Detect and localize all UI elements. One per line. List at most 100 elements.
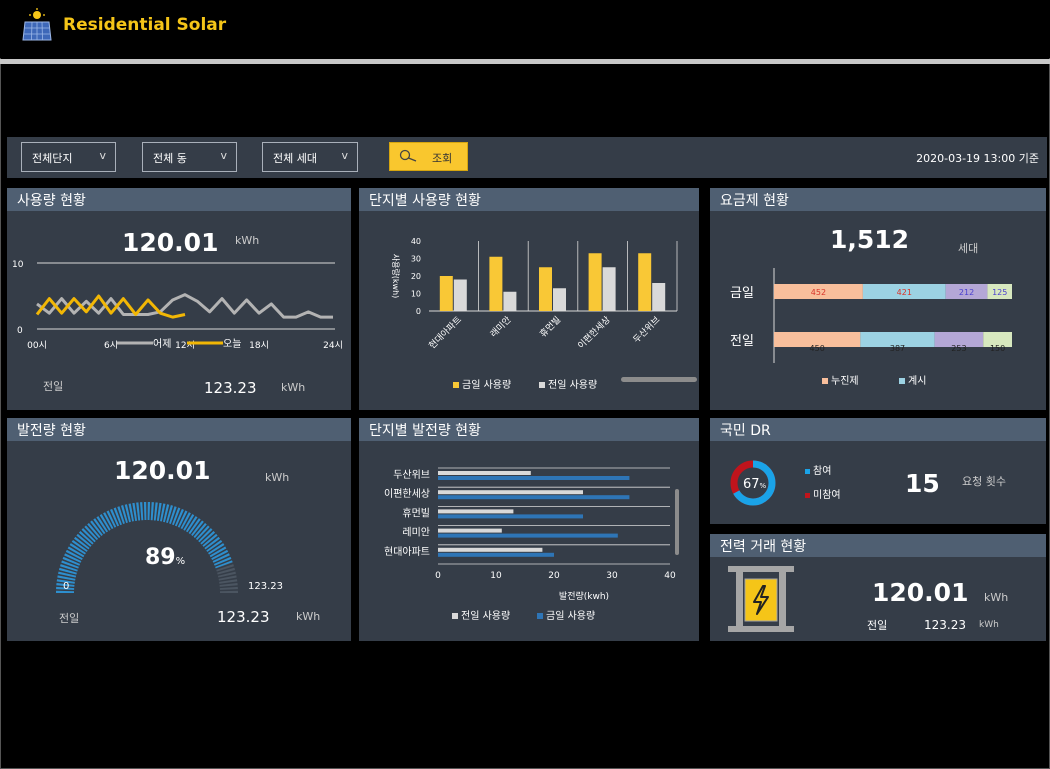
- chevron-down-icon: v: [220, 149, 227, 162]
- usage-xtick-label: 6시: [104, 340, 118, 351]
- household-select[interactable]: 전체 세대 v: [262, 142, 358, 172]
- complex-usage-legend-label: 금일 사용량: [462, 379, 511, 391]
- complex-gen-legend-label: 금일 사용량: [546, 610, 595, 622]
- complex-gen-legend-swatch: [537, 613, 543, 619]
- usage-ytick-label: 10: [12, 260, 24, 270]
- complex-gen-bar: [438, 533, 618, 538]
- rate-legend-swatch: [822, 378, 828, 384]
- usage-prev-label: 전일: [43, 380, 64, 393]
- trade-panel-title: 전력 거래 현황: [710, 534, 1046, 557]
- complex-usage-scrollbar: [621, 377, 697, 382]
- complex-generation-panel-title: 단지별 발전량 현황: [359, 418, 699, 441]
- rate-segment-label: 421: [897, 288, 912, 297]
- complex-gen-category-label: 이편한세상: [384, 488, 430, 500]
- search-button[interactable]: 조회: [389, 142, 468, 171]
- complex-usage-bar-chart: 40 30 20 10 0 사용량(kwh) 현대아파트 래미안 휴먼빌 이편한세상 두산위브금일 …: [391, 237, 697, 391]
- rate-segment-label: 212: [959, 288, 974, 297]
- app-title: Residential Solar: [63, 15, 227, 35]
- generation-unit: kWh: [265, 471, 290, 484]
- rate-plan-stacked-chart: 금일 452 421 212 125 전일 450 387 253 150 누진제 계시: [730, 268, 1012, 387]
- usage-legend-label: 오늘: [223, 338, 241, 350]
- rate-segment-label: 125: [992, 288, 1007, 297]
- filter-bar: 전체단지 v 전체 동 v 전체 세대 v 조회 2020-03-19 13:0…: [7, 137, 1047, 178]
- trade-unit: kWh: [984, 591, 1009, 604]
- complex-gen-bar: [438, 552, 554, 557]
- complex-usage-bar: [453, 279, 467, 311]
- trade-prev-value: 123.23: [924, 618, 966, 632]
- complex-usage-panel: 단지별 사용량 현황 40 30 20 10 0 사용량(kwh) 현대아파트 래미안 휴먼빌 이…: [359, 188, 699, 410]
- usage-xtick-label: 18시: [249, 340, 269, 351]
- dr-percent-value: 67: [743, 477, 760, 492]
- usage-xtick-label: 24시: [323, 340, 343, 351]
- generation-percent-unit: %: [175, 556, 186, 567]
- complex-usage-bar: [602, 267, 616, 311]
- trade-panel: 전력 거래 현황 120.01 kWh 전일 123.23 kWh: [710, 534, 1046, 641]
- dr-panel: 국민 DR 67% 참여 미참여 15 요청 횟수: [710, 418, 1046, 524]
- complex-gen-legend-swatch: [452, 613, 458, 619]
- dr-legend-join-label: 참여: [813, 466, 832, 477]
- complex-usage-bar: [652, 283, 666, 311]
- usage-legend-label: 어제: [153, 338, 171, 350]
- household-select-value: 전체 세대: [273, 152, 317, 165]
- generation-prev-unit: kWh: [296, 610, 321, 623]
- complex-usage-bar: [539, 267, 552, 311]
- header-divider: [0, 59, 1050, 64]
- complex-usage-xtick-label: 래미안: [488, 314, 513, 339]
- dr-nonjoin-swatch: [805, 492, 810, 498]
- complex-gen-xtick-label: 30: [606, 571, 618, 581]
- complex-usage-legend-swatch: [539, 382, 545, 388]
- complex-gen-bar: [438, 495, 630, 500]
- solar-panel-logo-icon: [22, 8, 52, 41]
- rate-segment-label: 450: [810, 344, 825, 353]
- rate-plan-value: 1,512: [830, 225, 910, 254]
- complex-gen-category-label: 두산위브: [393, 468, 430, 481]
- generation-prev-value: 123.23: [217, 608, 270, 626]
- complex-gen-scrollbar: [675, 489, 679, 555]
- app-header: Residential Solar: [0, 0, 1050, 58]
- building-select[interactable]: 전체 동 v: [142, 142, 237, 172]
- trade-prev-unit: kWh: [979, 620, 999, 630]
- complex-usage-ytick-label: 40: [411, 237, 421, 246]
- complex-gen-bar: [438, 514, 583, 519]
- complex-usage-ytick-label: 0: [416, 307, 421, 316]
- complex-gen-category-label: 레미안: [402, 527, 430, 539]
- complex-select[interactable]: 전체단지 v: [21, 142, 116, 172]
- complex-gen-xtick-label: 20: [548, 571, 560, 581]
- complex-usage-panel-title: 단지별 사용량 현황: [359, 188, 699, 211]
- complex-gen-bar: [438, 547, 543, 552]
- complex-usage-xtick-label: 휴먼빌: [538, 314, 563, 339]
- generation-value: 120.01: [114, 456, 211, 485]
- complex-usage-ylabel: 사용량(kwh): [391, 254, 401, 299]
- gauge-min-label: 0: [63, 581, 70, 592]
- dr-legend-nonjoin: 미참여: [805, 486, 841, 501]
- dr-percent: 67%: [743, 477, 766, 492]
- rate-segment-label: 387: [890, 344, 905, 353]
- gauge-max-label: 123.23: [248, 581, 283, 592]
- complex-usage-xtick-label: 두산위브: [631, 314, 662, 345]
- complex-usage-bar: [638, 253, 652, 311]
- rate-plan-unit: 세대: [958, 242, 979, 255]
- building-select-value: 전체 동: [153, 152, 187, 165]
- power-tower-icon: [728, 566, 794, 632]
- dr-count-label: 요청 횟수: [962, 475, 1006, 488]
- rate-segment-label: 150: [990, 344, 1005, 353]
- generation-percent: 89%: [145, 545, 185, 570]
- complex-gen-xtick-label: 40: [664, 571, 676, 581]
- complex-gen-xtick-label: 10: [490, 571, 502, 581]
- complex-usage-bar: [553, 288, 566, 311]
- generation-panel-title: 발전량 현황: [7, 418, 351, 441]
- dr-panel-title: 국민 DR: [710, 418, 1046, 441]
- rate-legend-swatch: [899, 378, 905, 384]
- complex-gen-bar: [438, 528, 502, 533]
- rate-category-label: 금일: [730, 286, 754, 301]
- usage-ytick-label: 0: [17, 326, 23, 336]
- generation-percent-value: 89: [145, 545, 176, 570]
- complex-gen-category-label: 현대아파트: [384, 546, 430, 558]
- trade-prev-label: 전일: [867, 619, 888, 632]
- dr-legend-join: 참여: [805, 462, 831, 477]
- complex-gen-category-label: 휴먼빌: [402, 507, 430, 519]
- search-button-label: 조회: [432, 152, 453, 165]
- complex-gen-xlabel: 발전량(kwh): [559, 590, 609, 602]
- usage-panel-title: 사용량 현황: [7, 188, 351, 211]
- dr-join-swatch: [805, 468, 810, 474]
